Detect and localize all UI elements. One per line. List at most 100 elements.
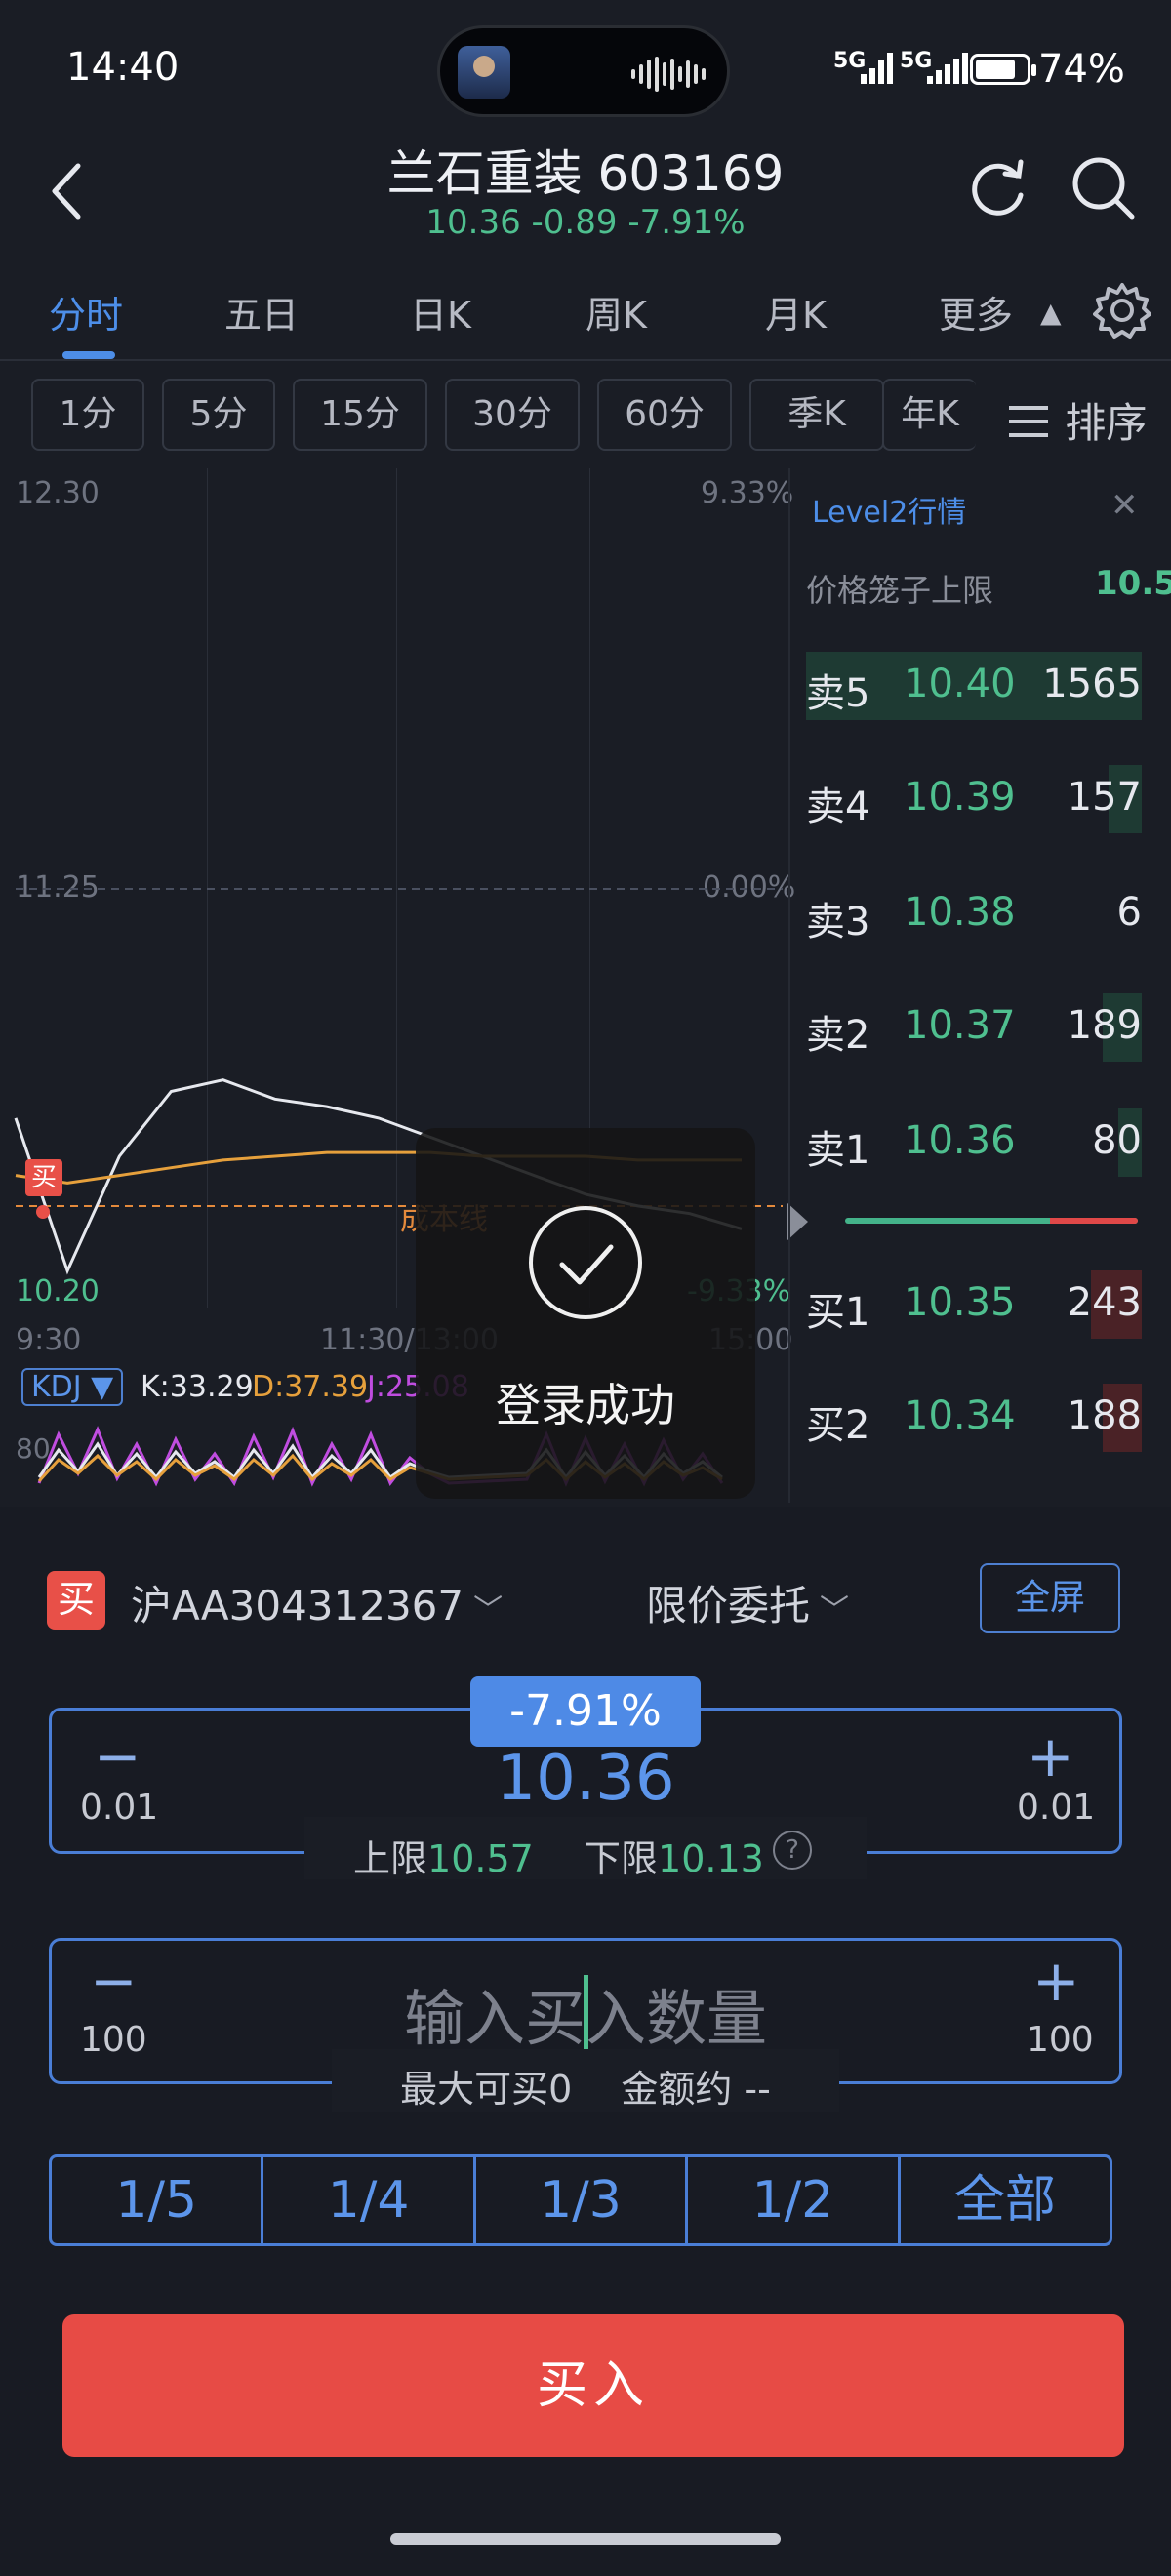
change-percent-badge: -7.91% [470, 1676, 701, 1747]
max-buy-label: 最大可买0 [400, 2068, 573, 2111]
home-indicator[interactable] [390, 2533, 781, 2545]
battery-percent: 74% [1038, 47, 1125, 92]
chip-1min[interactable]: 1分 [31, 379, 144, 451]
ask-price: 10.37 [904, 1003, 1016, 1048]
bid-row[interactable]: 买1 10.35 243 [806, 1270, 1142, 1339]
ask-qty: 80 [1092, 1118, 1142, 1163]
refresh-icon[interactable] [966, 156, 1030, 221]
price-cage-value: 10.57 [1095, 564, 1171, 603]
active-tab-indicator [62, 351, 115, 359]
bid-ask-ratio-bar [845, 1218, 1138, 1224]
bid-price: 10.34 [904, 1393, 1016, 1438]
ask-row[interactable]: 卖4 10.39 157 [806, 765, 1142, 833]
signal-icon-1 [861, 53, 893, 84]
ask-qty: 189 [1067, 1003, 1142, 1048]
chevron-down-icon: ﹀ [473, 1593, 504, 1628]
interval-chips: 1分 5分 15分 30分 60分 季K 年K [0, 379, 1171, 453]
lower-limit: 下限10.13 [584, 1829, 764, 1882]
kdj-d-value: D:37.39 [252, 1370, 369, 1404]
bid-label: 买1 [806, 1290, 870, 1335]
bid-label: 买2 [806, 1403, 870, 1448]
battery-icon [970, 54, 1036, 85]
kdj-selector[interactable]: KDJ ▼ [21, 1368, 124, 1406]
settings-gear-icon[interactable] [1093, 281, 1151, 340]
lower-limit-label: 下限 [584, 1837, 659, 1880]
close-icon[interactable]: ✕ [1110, 486, 1139, 525]
sort-button[interactable]: 排序 [1005, 390, 1147, 450]
sort-label: 排序 [1065, 399, 1148, 447]
ask-row[interactable]: 卖5 10.40 1565 [806, 652, 1142, 720]
max-buy-info: 最大可买0 金额约 -- [0, 2059, 1171, 2113]
caret-up-icon: ▲ [1040, 297, 1062, 329]
tab-intraday[interactable]: 分时 [49, 285, 123, 339]
tab-monthly-k[interactable]: 月K [765, 285, 827, 339]
divider [0, 359, 1171, 361]
upper-limit: 上限10.57 [353, 1829, 534, 1882]
amount-label: 金额约 -- [621, 2068, 771, 2111]
order-type-label: 限价委托 [646, 1582, 811, 1630]
level2-title[interactable]: Level2行情 [812, 488, 966, 531]
buy-button[interactable]: 买入 [62, 2314, 1124, 2457]
ask-row[interactable]: 卖3 10.38 6 [806, 880, 1142, 948]
help-icon[interactable]: ? [773, 1831, 812, 1870]
bid-qty: 188 [1067, 1393, 1142, 1438]
tab-weekly-k[interactable]: 周K [586, 285, 647, 339]
chevron-down-icon: ﹀ [820, 1593, 850, 1628]
ask-qty: 1565 [1042, 662, 1142, 706]
signal-icon-2 [927, 53, 968, 84]
account-selector[interactable]: 沪AA304312367 ﹀ [131, 1573, 503, 1632]
chip-quarter-k[interactable]: 季K [749, 379, 884, 451]
ask-row[interactable]: 卖2 10.37 189 [806, 993, 1142, 1062]
ask-label: 卖1 [806, 1128, 870, 1173]
ask-label: 卖2 [806, 1013, 870, 1058]
ask-price: 10.39 [904, 775, 1016, 820]
clock: 14:40 [66, 45, 180, 90]
buy-side-tag: 买 [47, 1571, 105, 1630]
ask-price: 10.40 [904, 662, 1016, 706]
upper-limit-label: 上限 [353, 1837, 428, 1880]
tab-five-day[interactable]: 五日 [224, 285, 299, 339]
buy-marker-badge: 买 [25, 1159, 62, 1196]
text-cursor [584, 1975, 588, 2049]
chip-60min[interactable]: 60分 [597, 379, 732, 451]
search-icon[interactable] [1070, 154, 1138, 222]
upper-limit-value: 10.57 [427, 1837, 534, 1880]
fraction-all-button[interactable]: 全部 [901, 2157, 1110, 2243]
media-thumbnail [458, 46, 510, 99]
period-tabs: 分时 五日 日K 周K 月K 更多 ▲ [0, 273, 1171, 361]
ask-price: 10.36 [904, 1118, 1016, 1163]
ask-qty: 6 [1116, 890, 1142, 935]
fraction-1-5-button[interactable]: 1/5 [52, 2157, 264, 2243]
chip-year-k[interactable]: 年K [882, 379, 976, 451]
menu-lines-icon [1009, 406, 1048, 437]
order-type-selector[interactable]: 限价委托 ﹀ [646, 1573, 849, 1632]
fraction-1-2-button[interactable]: 1/2 [688, 2157, 901, 2243]
tab-more[interactable]: 更多 [939, 285, 1013, 339]
ask-row[interactable]: 卖1 10.36 80 [806, 1108, 1142, 1177]
fraction-1-4-button[interactable]: 1/4 [263, 2157, 476, 2243]
tab-daily-k[interactable]: 日K [410, 285, 471, 339]
status-bar: 14:40 5G 5G 74% [0, 0, 1171, 137]
price-input[interactable]: 10.36 [0, 1743, 1171, 1815]
check-circle-icon [529, 1206, 642, 1319]
kdj-k-value: K:33.29 [141, 1370, 254, 1404]
bid-price: 10.35 [904, 1280, 1016, 1325]
audio-wave-icon [631, 56, 706, 93]
bid-row[interactable]: 买2 10.34 188 [806, 1384, 1142, 1452]
ask-qty: 157 [1067, 775, 1142, 820]
dynamic-island[interactable] [437, 25, 730, 117]
position-fraction-selector: 1/5 1/4 1/3 1/2 全部 [49, 2154, 1112, 2246]
ask-price: 10.38 [904, 890, 1016, 935]
chip-15min[interactable]: 15分 [293, 379, 427, 451]
fullscreen-button[interactable]: 全屏 [980, 1563, 1120, 1633]
bid-qty: 243 [1067, 1280, 1142, 1325]
fraction-1-3-button[interactable]: 1/3 [476, 2157, 689, 2243]
chip-5min[interactable]: 5分 [162, 379, 275, 451]
account-number: 沪AA304312367 [131, 1582, 464, 1630]
price-cage-label: 价格笼子上限 [806, 572, 994, 609]
ask-label: 卖3 [806, 900, 870, 945]
buy-point-marker [36, 1205, 50, 1219]
chip-30min[interactable]: 30分 [445, 379, 580, 451]
toast-message: 登录成功 [496, 1379, 675, 1431]
ask-label: 卖5 [806, 671, 870, 716]
